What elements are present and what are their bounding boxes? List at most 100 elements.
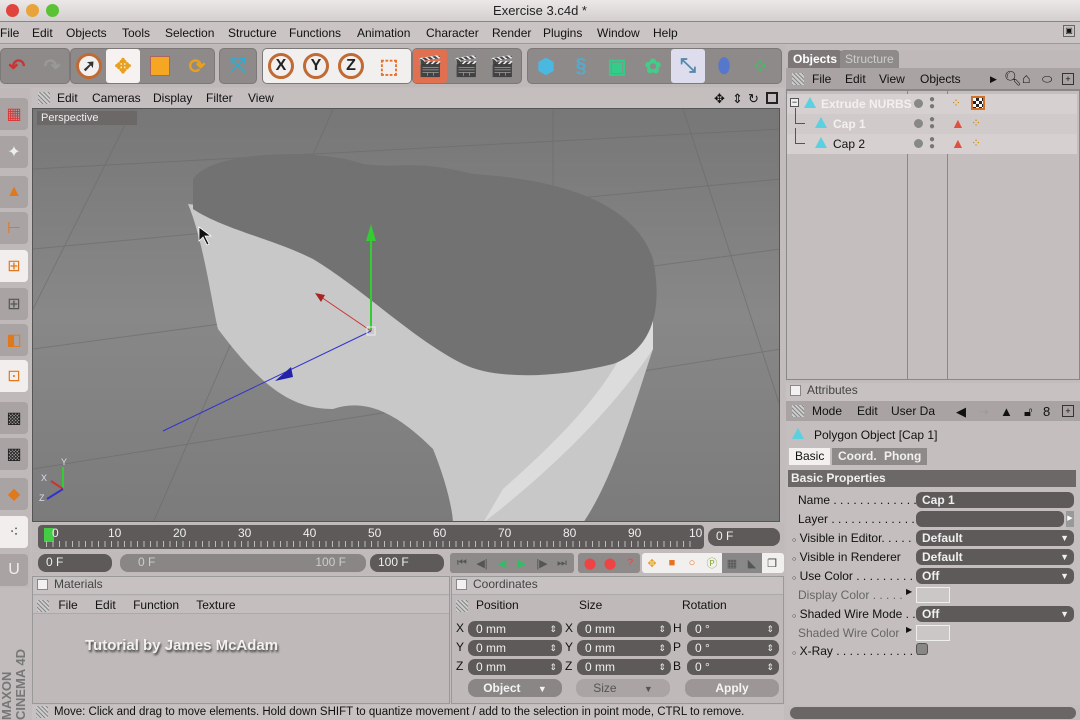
new-manager-icon[interactable]: + [1062,73,1074,85]
layer-dot-icon[interactable] [914,119,923,128]
viewport-zoom-icon[interactable]: ⇕ [732,91,743,107]
texture-tool-icon[interactable]: ▩ [0,402,28,434]
visibility-dots-icon[interactable]: ● ● [929,115,935,132]
viewport-menu-edit[interactable]: Edit [57,91,78,105]
menu-objects[interactable]: Objects [66,26,107,40]
object-row-extrude-nurbs[interactable]: − Extrude NURBS ● ● ⁘ [787,94,1077,114]
key-scale-icon[interactable]: ■ [662,553,682,573]
menu-functions[interactable]: Functions [289,26,341,40]
visible-in-editor-select[interactable]: Default ▼ [916,530,1074,546]
menu-file[interactable]: File [0,26,19,40]
phong-tag-icon[interactable]: ⁘ [951,96,961,110]
tab-coord[interactable]: Coord. [832,448,883,465]
tab-basic[interactable]: Basic [789,448,831,465]
size-z-field[interactable]: 0 mm ⇕ [577,659,671,675]
materials-menu-function[interactable]: Function [133,598,179,612]
y-axis-lock[interactable]: Y [299,49,333,83]
up-arrow-icon[interactable]: ▲ [1000,404,1013,419]
display-color-swatch[interactable] [916,587,950,603]
play-forward-icon[interactable]: ▶ [512,553,532,573]
array-icon[interactable]: ✿ [636,49,670,83]
deformer-icon[interactable]: ⤡ [671,49,705,83]
preview-range-slider[interactable]: 0 F 100 F [120,554,366,572]
goto-start-icon[interactable]: ⏮ [452,553,472,573]
coordinate-mode-select[interactable]: Object ▼ [468,679,562,697]
search-icon[interactable]: 🔍︎ [1004,70,1022,87]
play-backward-icon[interactable]: ◀ [492,553,512,573]
home-icon[interactable]: ⌂ [1022,70,1030,86]
rotate-icon[interactable]: ⟳ [180,49,214,83]
panel-checkbox[interactable] [790,385,801,397]
size-x-field[interactable]: 0 mm ⇕ [577,621,671,637]
viewport-rotate-icon[interactable]: ↻ [748,91,759,107]
model-tool-icon[interactable]: ⤧ [221,49,255,83]
key-pla-icon[interactable]: ▦ [722,553,742,573]
objects-menu-file[interactable]: File [812,72,831,86]
panel-checkbox[interactable] [456,579,467,591]
back-arrow-icon[interactable]: ◀ [956,404,966,420]
render-view-icon[interactable]: 🎬 [413,49,447,83]
paint-icon[interactable]: ⁖ [0,516,28,548]
3d-viewport[interactable]: Y X Z Perspective [32,108,780,522]
layer-dot-icon[interactable] [914,99,923,108]
nurbs-icon[interactable]: ▣ [600,49,634,83]
panel-grip[interactable] [456,600,468,612]
expand-arrow-icon[interactable]: ▶ [906,587,912,596]
use-texture-mode-icon[interactable]: ▲ [0,176,28,208]
layer-field[interactable] [916,511,1064,527]
menu-window[interactable]: Window [597,26,640,40]
position-y-field[interactable]: 0 mm ⇕ [468,640,562,656]
viewport-menu-display[interactable]: Display [153,91,192,105]
materials-menu-edit[interactable]: Edit [95,598,116,612]
layer-dot-icon[interactable] [914,139,923,148]
timeline-ruler[interactable]: 0 10 20 30 40 50 60 70 80 90 10 [38,525,704,549]
use-object-mode-icon[interactable]: ✦ [0,136,28,168]
use-points-mode-icon[interactable]: ⊞ [0,250,28,282]
redo-icon[interactable]: ↷ [35,49,69,83]
visibility-dots-icon[interactable]: ● ● [929,135,935,152]
attributes-menu-edit[interactable]: Edit [857,404,878,418]
menu-help[interactable]: Help [653,26,678,40]
use-polygons-mode-icon[interactable]: ◧ [0,324,28,356]
menu-character[interactable]: Character [426,26,479,40]
materials-menu-file[interactable]: File [58,598,77,612]
object-name[interactable]: Cap 2 [833,137,865,151]
rotation-h-field[interactable]: 0 ° ⇕ [687,621,779,637]
xray-checkbox[interactable] [916,643,928,655]
rotation-p-field[interactable]: 0 ° ⇕ [687,640,779,656]
interpolation-icon[interactable]: ◣ [742,553,762,573]
apply-button[interactable]: Apply [685,679,779,697]
panel-grip[interactable] [792,73,804,85]
attributes-horizontal-scrollbar[interactable] [790,707,1076,719]
materials-menu-texture[interactable]: Texture [196,598,235,612]
layout-icon[interactable]: ▣ [1063,25,1075,37]
spline-icon[interactable]: § [564,49,598,83]
objects-menu-objects[interactable]: Objects [920,72,961,86]
end-frame-field[interactable]: 100 F [370,554,444,572]
view-toggle-icon[interactable]: ⬭ [1042,72,1052,87]
live-selection-icon[interactable]: ➚ [72,49,106,83]
z-axis-lock[interactable]: Z [334,49,368,83]
use-model-mode-icon[interactable]: ▦ [0,98,28,130]
phong-tag-icon[interactable]: ⁘ [971,136,981,150]
object-name[interactable]: Cap 1 [833,117,866,131]
selection-tag-icon[interactable]: ▲ [951,135,965,151]
position-x-field[interactable]: 0 mm ⇕ [468,621,562,637]
shaded-wire-color-swatch[interactable] [916,625,950,641]
attributes-menu-user-data[interactable]: User Dat [891,404,935,418]
objects-menu-edit[interactable]: Edit [845,72,866,86]
current-frame-field[interactable]: 0 F [708,528,780,546]
key-rotation-icon[interactable]: ○ [682,553,702,573]
render-settings-icon[interactable]: 🎬 [485,49,519,83]
expand-arrow-icon[interactable]: ▶ [906,625,912,634]
attributes-menu-mode[interactable]: Mode [812,404,842,418]
menu-render[interactable]: Render [492,26,531,40]
size-y-field[interactable]: 0 mm ⇕ [577,640,671,656]
link-icon[interactable]: 8 [1043,404,1050,419]
lock-icon[interactable]: 🔓︎ [1024,404,1032,420]
viewport-menu-filter[interactable]: Filter [206,91,233,105]
render-picture-viewer-icon[interactable]: 🎬 [449,49,483,83]
name-field[interactable]: Cap 1 [916,492,1074,508]
scale-icon[interactable] [143,49,177,83]
snap-icon[interactable]: U [0,554,28,586]
